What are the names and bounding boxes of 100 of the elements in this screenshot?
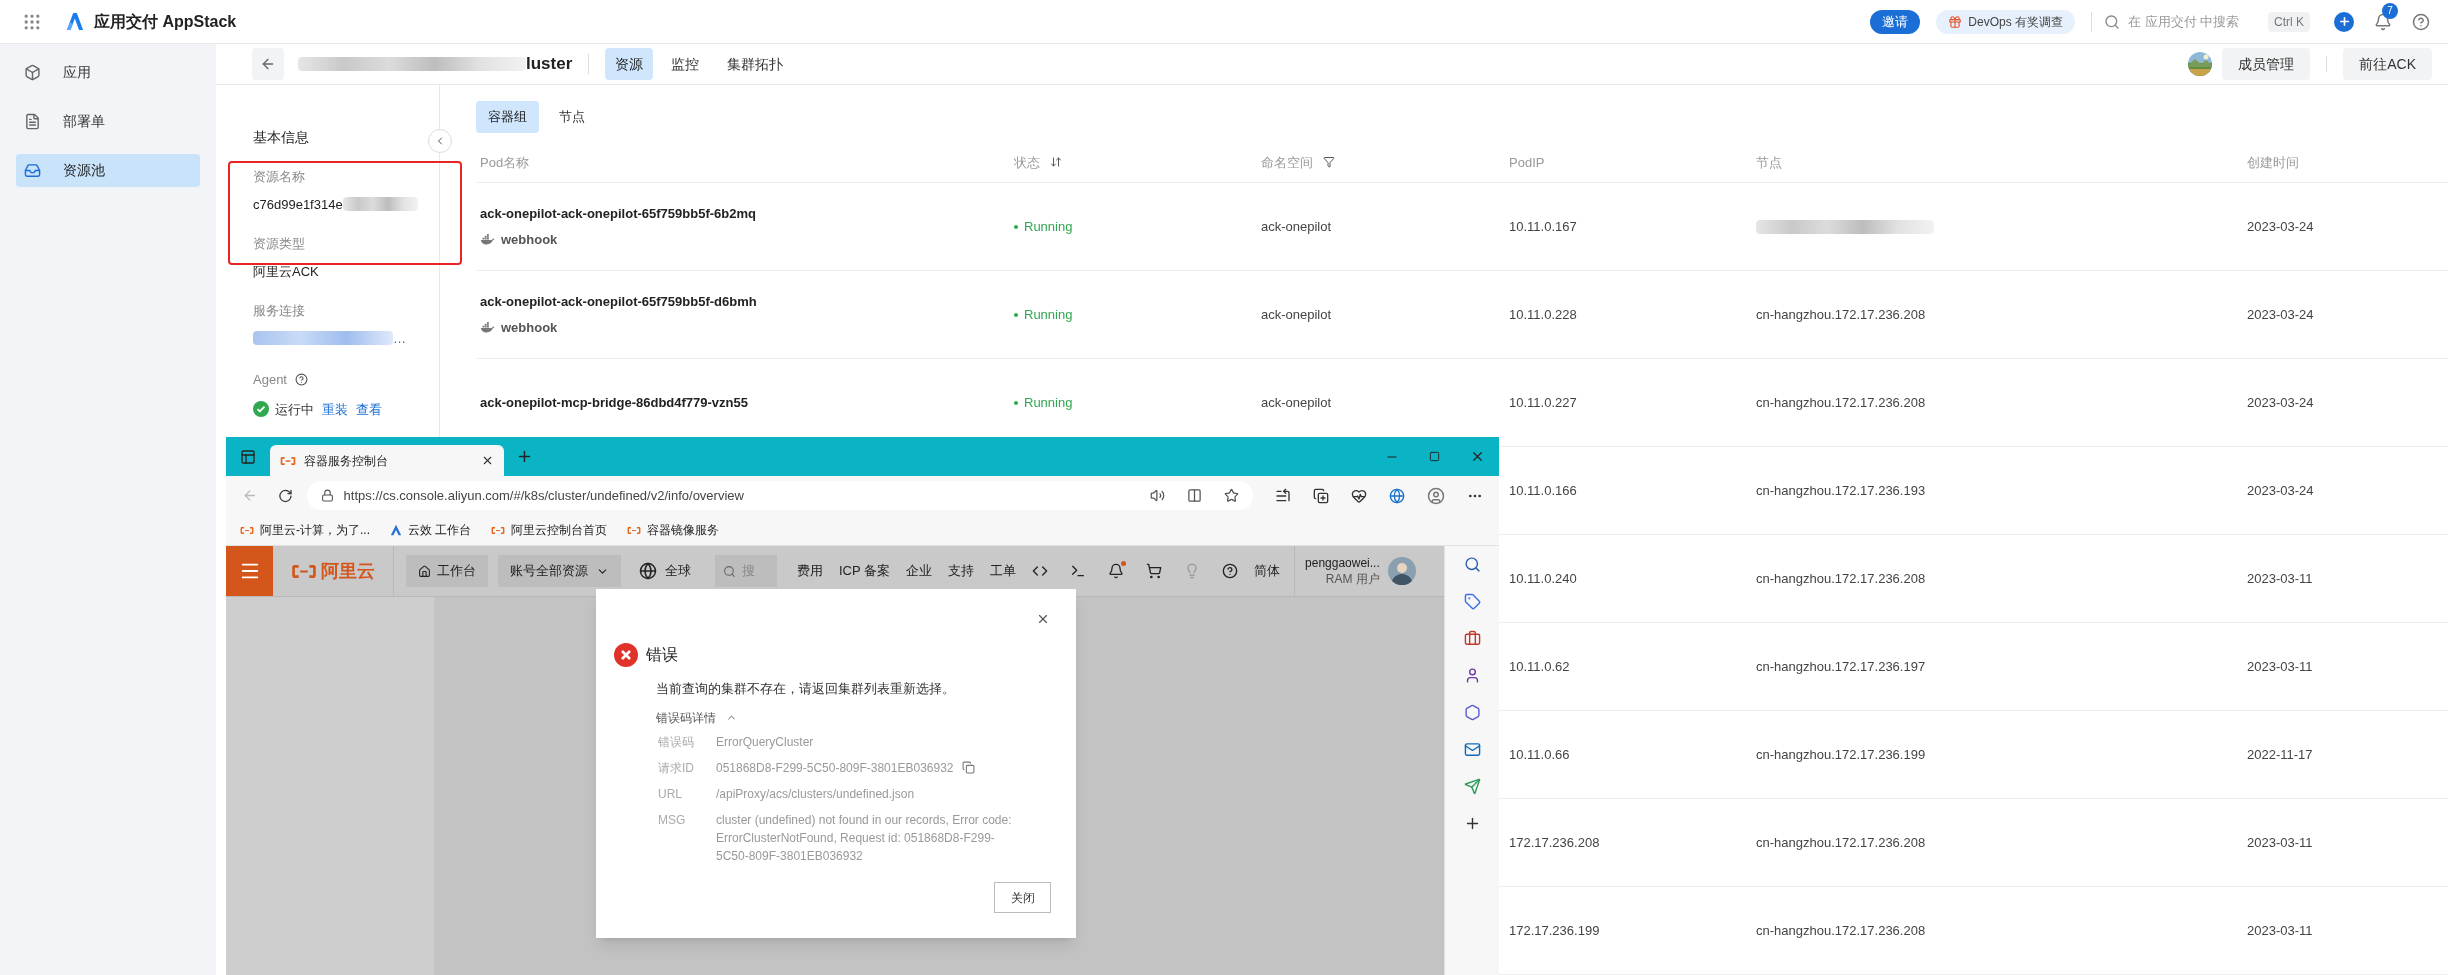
table-cell: 172.17.236.199	[1509, 922, 1600, 938]
detail-label: 请求ID	[657, 759, 695, 777]
address-bar[interactable]: https://cs.console.aliyun.com/#/k8s/cluster/undefined/v2/info/overview	[306, 481, 1253, 510]
agent-status: 运行中	[275, 400, 314, 419]
column-header: PodIP	[1509, 153, 1545, 172]
field-label: Agent	[253, 371, 287, 389]
table-cell: 10.11.0.240	[1509, 570, 1577, 586]
table-cell: 10.11.0.167	[1509, 218, 1577, 234]
table-cell: 10.11.0.66	[1509, 746, 1570, 762]
field-label: 资源名称	[253, 168, 305, 186]
bookmark[interactable]: 阿里云-计算，为了...	[240, 521, 370, 539]
invite-button[interactable]: 邀请	[1870, 9, 1921, 34]
status-text: Running	[1024, 393, 1073, 412]
table-cell: 2023-03-24	[2247, 394, 2314, 410]
table-cell: ack-onepilot	[1261, 218, 1332, 234]
table-cell-text: cn-hangzhou.172.17.236.197	[1756, 657, 1926, 676]
tab[interactable]: 节点	[547, 101, 597, 133]
table-cell-text: cn-hangzhou.172.17.236.193	[1756, 481, 1926, 500]
table-cell-text: cn-hangzhou.172.17.236.208	[1756, 393, 1926, 412]
tab[interactable]: 容器组	[476, 101, 539, 133]
pod-name[interactable]: ack-onepilot-ack-onepilot-65f759bb5f-d6bmh	[480, 292, 757, 312]
detail-label: MSG	[657, 811, 687, 829]
status-text: Running	[1024, 305, 1073, 324]
table-cell: 10.11.0.228	[1509, 306, 1577, 322]
field-label: 资源类型	[253, 235, 305, 253]
field-link[interactable]: …	[393, 328, 406, 348]
column-header: 状态	[1014, 153, 1040, 172]
survey-button[interactable]: DevOps 有奖调查	[1936, 9, 2075, 34]
detail-value: 051868D8-F299-5C50-809F-3801EB036932	[716, 759, 954, 777]
console-menu-item[interactable]: 工单	[990, 561, 1017, 581]
table-cell: ack-onepilot	[1261, 306, 1332, 322]
console-menu-item[interactable]: 支持	[948, 561, 975, 581]
table-cell-text: cn-hangzhou.172.17.236.208	[1756, 921, 1926, 940]
table-cell: 2022-11-17	[2247, 746, 2313, 762]
action-link[interactable]: 重装	[322, 399, 348, 419]
user-name: penggaowei...	[1305, 555, 1380, 571]
table-cell-text: cn-hangzhou.172.17.236.208	[1756, 569, 1926, 588]
tab[interactable]: 集群拓扑	[717, 48, 794, 80]
container-name: webhook	[501, 230, 558, 249]
table-cell: 2023-03-11	[2247, 658, 2313, 674]
pod-name[interactable]: ack-onepilot-ack-onepilot-65f759bb5f-6b2mq	[480, 204, 756, 224]
members-button[interactable]: 成员管理	[2222, 48, 2311, 80]
console-menu-item[interactable]: 费用	[797, 561, 823, 581]
go-ack-button[interactable]: 前往ACK	[2343, 48, 2432, 80]
table-cell-text: cn-hangzhou.172.17.236.199	[1756, 745, 1926, 764]
console-menu-item[interactable]: 企业	[906, 561, 933, 581]
app-title: 应用交付 AppStack	[94, 11, 237, 32]
tab[interactable]: 监控	[661, 48, 710, 80]
close-button[interactable]: 关闭	[994, 882, 1051, 913]
column-header: 节点	[1756, 153, 1782, 172]
table-cell: 2023-03-11	[2247, 834, 2313, 850]
browser-tab[interactable]: 容器服务控制台	[270, 445, 504, 476]
page-title: luster	[526, 53, 573, 76]
field-label: 服务连接	[253, 302, 305, 320]
action-link[interactable]: 查看	[356, 399, 382, 419]
bookmark[interactable]: 容器镜像服务	[627, 521, 720, 539]
column-header: Pod名称	[480, 153, 530, 172]
table-cell: 10.11.0.227	[1509, 394, 1577, 410]
resource-scope-dropdown[interactable]: 账号全部资源	[498, 555, 621, 587]
bookmark[interactable]: 云效 工作台	[390, 521, 472, 539]
sidebar-item[interactable]: 资源池	[16, 154, 200, 187]
detail-value: cluster (undefined) not found in our records, Error code: ErrorClusterNotFound, Request id: 051868D8-F299-5C50-809F-3801EB036932	[716, 811, 1013, 865]
table-cell: 10.11.0.62	[1509, 658, 1570, 674]
detail-value: /apiProxy/acs/clusters/undefined.json	[716, 785, 915, 803]
table-cell-text: cn-hangzhou.172.17.236.208	[1756, 833, 1926, 852]
table-cell: 2023-03-11	[2247, 922, 2313, 938]
column-header: 创建时间	[2247, 153, 2299, 172]
table-cell: 2023-03-24	[2247, 306, 2314, 322]
column-header: 命名空间	[1261, 153, 1313, 172]
region-button[interactable]: 全球	[639, 561, 691, 581]
console-logo: 阿里云	[321, 559, 375, 583]
panel-title: 基本信息	[253, 128, 309, 147]
container-name: webhook	[501, 318, 558, 337]
table-cell: 2023-03-11	[2247, 570, 2313, 586]
table-cell: 172.17.236.208	[1509, 834, 1600, 850]
workbench-button[interactable]: 工作台	[406, 555, 488, 587]
field-value: c76d99e1f314e	[253, 195, 343, 214]
pod-name[interactable]: ack-onepilot-mcp-bridge-86dbd4f779-vzn55	[480, 392, 748, 413]
bookmark[interactable]: 阿里云控制台首页	[491, 521, 608, 539]
table-cell: ack-onepilot	[1261, 394, 1332, 410]
detail-value: ErrorQueryCluster	[716, 733, 814, 751]
language-label[interactable]: 简体	[1254, 561, 1281, 581]
notification-badge: 7	[2382, 2, 2398, 19]
sidebar-item[interactable]: 应用	[16, 56, 200, 89]
table-cell-text: cn-hangzhou.172.17.236.208	[1756, 305, 1926, 324]
status-text: Running	[1024, 217, 1073, 236]
table-cell: 2023-03-24	[2247, 482, 2314, 498]
table-cell: 10.11.0.166	[1509, 482, 1577, 498]
table-cell: 2023-03-24	[2247, 218, 2314, 234]
sidebar-item[interactable]: 部署单	[16, 105, 200, 138]
tab[interactable]: 资源	[605, 48, 654, 80]
user-role: RAM 用户	[1325, 571, 1380, 587]
console-menu-item[interactable]: ICP 备案	[839, 561, 891, 581]
tab-title: 容器服务控制台	[304, 452, 389, 470]
details-toggle[interactable]: 错误码详情	[656, 708, 737, 727]
shortcut-hint: Ctrl K	[2268, 11, 2310, 32]
dialog-title: 错误	[646, 645, 678, 665]
detail-label: 错误码	[657, 733, 695, 751]
search-field[interactable]: 在 应用交付 中搜索	[2104, 11, 2254, 32]
detail-label: URL	[657, 785, 683, 803]
